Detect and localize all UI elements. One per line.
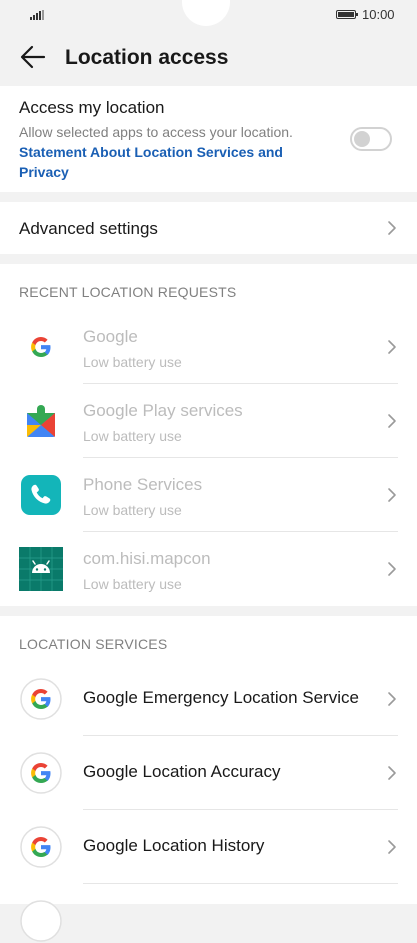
battery-usage: Low battery use <box>83 428 182 444</box>
app-name: com.hisi.mapcon <box>83 549 211 568</box>
recent-request-item[interactable]: Phone Services Low battery use <box>0 458 417 532</box>
access-location-toggle[interactable] <box>350 127 392 151</box>
location-services-header: LOCATION SERVICES <box>19 636 168 652</box>
location-service-item[interactable]: Google Location Accuracy <box>0 736 417 810</box>
access-location-title: Access my location <box>19 98 165 117</box>
location-service-item[interactable]: Google Emergency Location Service <box>0 662 417 736</box>
status-time: 10:00 <box>362 7 395 22</box>
chevron-right-icon <box>388 840 396 854</box>
chevron-right-icon <box>388 766 396 780</box>
phone-services-icon <box>21 475 61 515</box>
google-icon <box>20 826 62 868</box>
service-name: Google Location Accuracy <box>83 762 281 781</box>
camera-notch <box>182 0 230 26</box>
app-name: Google Play services <box>83 401 243 420</box>
chevron-right-icon <box>388 221 396 235</box>
battery-usage: Low battery use <box>83 354 182 370</box>
google-play-services-icon <box>27 405 55 437</box>
google-icon <box>20 752 62 794</box>
chevron-right-icon <box>388 692 396 706</box>
service-name: Google Location History <box>83 836 265 855</box>
recent-requests-header: RECENT LOCATION REQUESTS <box>19 284 237 300</box>
access-location-card: Access my location Allow selected apps t… <box>0 86 417 192</box>
toggle-knob <box>354 131 370 147</box>
back-arrow-icon[interactable] <box>20 44 46 70</box>
chevron-right-icon <box>388 340 396 354</box>
battery-usage: Low battery use <box>83 502 182 518</box>
battery-icon <box>336 10 358 19</box>
signal-icon <box>30 10 44 20</box>
location-services-card: LOCATION SERVICES Google Emergency Locat… <box>0 616 417 942</box>
recent-request-item[interactable]: Google Low battery use <box>0 310 417 384</box>
status-bar: 10:00 <box>0 0 417 30</box>
recent-request-item[interactable]: com.hisi.mapcon Low battery use <box>0 532 417 606</box>
advanced-settings-row[interactable]: Advanced settings <box>0 202 417 254</box>
app-name: Google <box>83 327 138 346</box>
advanced-settings-label: Advanced settings <box>19 219 158 238</box>
app-name: Phone Services <box>83 475 203 494</box>
location-service-item-partial[interactable] <box>0 884 417 942</box>
page-title: Location access <box>65 46 229 69</box>
chevron-right-icon <box>388 488 396 502</box>
google-icon <box>20 900 62 942</box>
access-location-description: Allow selected apps to access your locat… <box>19 124 293 140</box>
recent-requests-card: RECENT LOCATION REQUESTS Google Low batt… <box>0 264 417 606</box>
android-icon <box>19 547 63 591</box>
chevron-right-icon <box>388 562 396 576</box>
location-service-item[interactable]: Google Location History <box>0 810 417 884</box>
recent-request-item[interactable]: Google Play services Low battery use <box>0 384 417 458</box>
google-icon <box>20 678 62 720</box>
google-icon <box>31 337 51 357</box>
battery-usage: Low battery use <box>83 576 182 592</box>
service-name: Google Emergency Location Service <box>83 688 359 707</box>
privacy-statement-link[interactable]: Statement About Location Services and Pr… <box>19 142 309 182</box>
app-bar: Location access <box>0 30 417 86</box>
chevron-right-icon <box>388 414 396 428</box>
